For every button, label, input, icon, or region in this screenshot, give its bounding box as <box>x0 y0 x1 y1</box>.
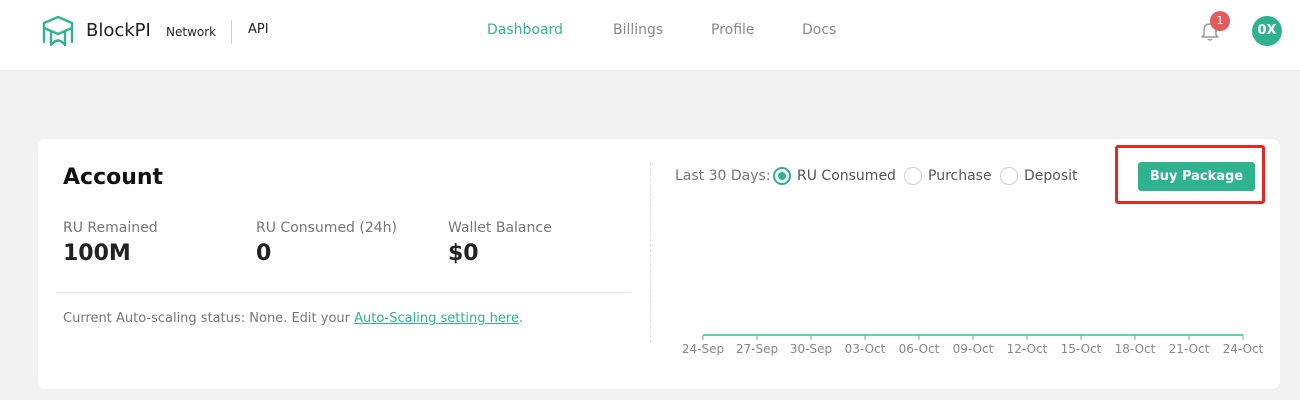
x-tick-label: 24-Oct <box>1223 342 1264 356</box>
autoscale-suffix: . <box>518 311 524 326</box>
x-tick-label: 09-Oct <box>953 342 994 356</box>
stat-value-wallet-balance: $0 <box>448 241 479 266</box>
divider <box>56 292 631 293</box>
x-tick-label: 15-Oct <box>1061 342 1102 356</box>
autoscale-text: Current Auto-scaling status: None. Edit … <box>63 311 355 326</box>
radio-ru-consumed[interactable]: RU Consumed <box>773 167 896 185</box>
avatar[interactable]: 0X <box>1252 16 1282 46</box>
x-tick-label: 12-Oct <box>1007 342 1048 356</box>
notification-badge: 1 <box>1210 11 1230 31</box>
brand-divider <box>231 20 232 44</box>
top-header: BlockPI Network API Dashboard Billings P… <box>0 0 1300 70</box>
range-label: Last 30 Days: <box>675 168 771 184</box>
stat-label-wallet-balance: Wallet Balance <box>448 220 552 236</box>
x-tick-label: 03-Oct <box>845 342 886 356</box>
autoscale-settings-link[interactable]: Auto-Scaling setting here <box>354 311 519 326</box>
radio-deposit[interactable]: Deposit <box>1000 167 1078 185</box>
x-tick-label: 21-Oct <box>1169 342 1210 356</box>
x-tick-label: 30-Sep <box>790 342 832 356</box>
product-label: API <box>248 22 269 37</box>
account-title: Account <box>63 165 164 190</box>
x-tick-label: 06-Oct <box>899 342 940 356</box>
radio-label: Deposit <box>1024 168 1078 184</box>
nav-billings[interactable]: Billings <box>613 22 663 38</box>
autoscale-status: Current Auto-scaling status: None. Edit … <box>63 311 523 326</box>
buy-package-button[interactable]: Buy Package <box>1138 162 1255 191</box>
x-tick-label: 27-Sep <box>736 342 778 356</box>
panel-divider <box>650 163 651 343</box>
stat-value-ru-consumed: 0 <box>256 241 272 266</box>
brand-logo[interactable]: BlockPI Network API <box>40 14 269 48</box>
stat-label-ru-consumed: RU Consumed (24h) <box>256 220 398 236</box>
stat-label-ru-remained: RU Remained <box>63 220 158 236</box>
brand-name: BlockPI <box>86 20 151 41</box>
radio-dot[interactable] <box>904 167 922 185</box>
radio-label: RU Consumed <box>797 168 896 184</box>
stat-value-ru-remained: 100M <box>63 241 131 266</box>
x-tick-label: 24-Sep <box>682 342 724 356</box>
nav-dashboard[interactable]: Dashboard <box>487 22 563 38</box>
x-tick-label: 18-Oct <box>1115 342 1156 356</box>
radio-dot[interactable] <box>773 167 791 185</box>
radio-label: Purchase <box>928 168 992 184</box>
radio-dot[interactable] <box>1000 167 1018 185</box>
blockpi-logo-icon <box>42 15 74 47</box>
radio-purchase[interactable]: Purchase <box>904 167 992 185</box>
account-card: Account RU Remained 100M RU Consumed (24… <box>38 139 1280 389</box>
ru-consumed-chart: 24-Sep 27-Sep 30-Sep 03-Oct 06-Oct 09-Oct 12-O… <box>682 334 1264 356</box>
brand-subtitle: Network <box>166 25 217 39</box>
nav-profile[interactable]: Profile <box>711 22 755 38</box>
nav-docs[interactable]: Docs <box>802 22 836 38</box>
